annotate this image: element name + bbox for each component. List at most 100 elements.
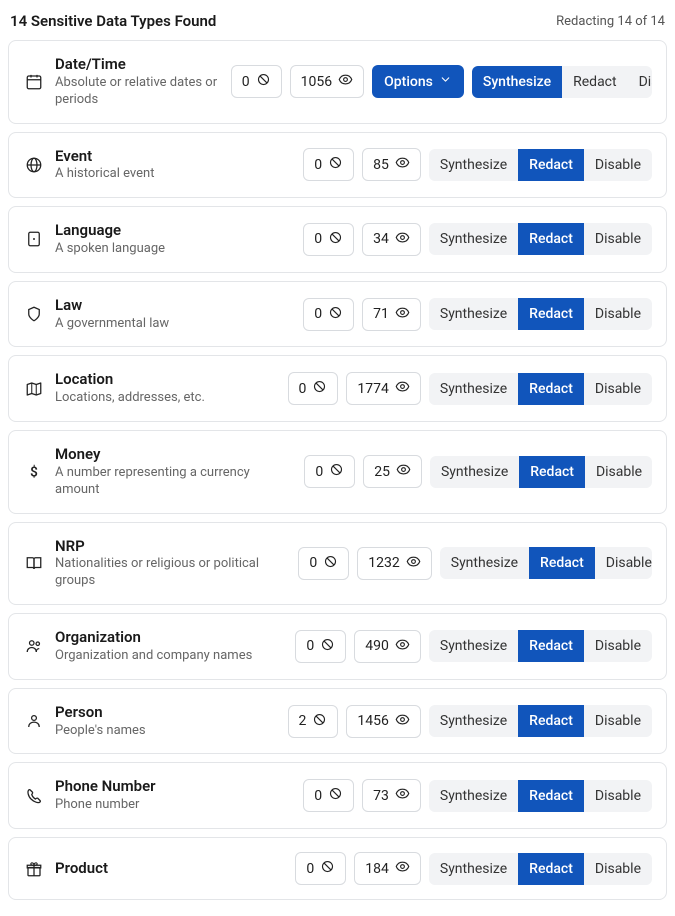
- disable-button[interactable]: Disable: [628, 66, 652, 98]
- visible-value: 71: [373, 306, 389, 322]
- block-icon: [328, 230, 343, 249]
- redact-button[interactable]: Redact: [518, 630, 584, 662]
- row-text: LocationLocations, addresses, etc.: [53, 370, 280, 407]
- visible-value: 1056: [301, 74, 332, 90]
- blocked-count[interactable]: 0: [288, 372, 339, 405]
- action-segment: SynthesizeRedactDisable: [429, 298, 652, 330]
- blocked-count[interactable]: 0: [303, 223, 354, 256]
- synthesize-button[interactable]: Synthesize: [430, 456, 519, 488]
- row-text: EventA historical event: [53, 147, 295, 184]
- visible-count[interactable]: 25: [363, 455, 422, 488]
- action-segment: SynthesizeRedactDisable: [430, 456, 652, 488]
- row-title: Organization: [55, 628, 287, 647]
- eye-icon: [395, 859, 410, 878]
- data-type-row: Product0184SynthesizeRedactDisable: [8, 837, 667, 900]
- row-desc: Phone number: [55, 797, 295, 814]
- redact-button[interactable]: Redact: [529, 547, 595, 579]
- blocked-count[interactable]: 0: [231, 65, 282, 98]
- disable-button[interactable]: Disable: [595, 547, 652, 579]
- synthesize-button[interactable]: Synthesize: [429, 705, 518, 737]
- synthesize-button[interactable]: Synthesize: [429, 149, 518, 181]
- header: 14 Sensitive Data Types Found Redacting …: [8, 8, 667, 40]
- blocked-count[interactable]: 0: [303, 298, 354, 331]
- action-segment: SynthesizeRedactDisable: [429, 149, 652, 181]
- disable-button[interactable]: Disable: [584, 705, 652, 737]
- redact-button[interactable]: Redact: [518, 298, 584, 330]
- data-type-row: LanguageA spoken language034SynthesizeRe…: [8, 206, 667, 273]
- visible-count[interactable]: 71: [362, 298, 421, 331]
- action-segment: SynthesizeRedactDisable: [429, 780, 652, 812]
- blocked-value: 0: [306, 861, 314, 877]
- page-title: 14 Sensitive Data Types Found: [10, 12, 216, 30]
- visible-count[interactable]: 85: [362, 148, 421, 181]
- row-title: Date/Time: [55, 55, 223, 74]
- row-desc: A spoken language: [55, 241, 295, 258]
- visible-count[interactable]: 73: [362, 779, 421, 812]
- synthesize-button[interactable]: Synthesize: [429, 780, 518, 812]
- row-desc: Nationalities or religious or political …: [55, 556, 290, 590]
- redact-button[interactable]: Redact: [518, 780, 584, 812]
- blocked-value: 0: [299, 381, 307, 397]
- eye-icon: [338, 72, 353, 91]
- redact-button[interactable]: Redact: [518, 149, 584, 181]
- disable-button[interactable]: Disable: [584, 298, 652, 330]
- visible-count[interactable]: 34: [362, 223, 421, 256]
- synthesize-button[interactable]: Synthesize: [429, 223, 518, 255]
- blocked-count[interactable]: 0: [304, 455, 355, 488]
- data-type-row: LawA governmental law0 71 SynthesizeRedact…: [8, 281, 667, 348]
- blocked-count[interactable]: 2: [288, 705, 339, 738]
- row-desc: Locations, addresses, etc.: [55, 390, 280, 407]
- blocked-count[interactable]: 0: [295, 630, 346, 663]
- blocked-value: 0: [314, 157, 322, 173]
- action-segment: SynthesizeRedactDisable: [429, 630, 652, 662]
- blocked-count[interactable]: 0: [303, 148, 354, 181]
- person-icon: [23, 712, 45, 730]
- disable-button[interactable]: Disable: [584, 373, 652, 405]
- row-title: Law: [55, 296, 295, 315]
- synthesize-button[interactable]: Synthesize: [440, 547, 529, 579]
- action-segment: SynthesizeRedactDisable: [472, 66, 652, 98]
- action-segment: SynthesizeRedactDisable: [429, 373, 652, 405]
- visible-count[interactable]: 1056: [290, 65, 364, 98]
- data-type-row: NRPNationalities or religious or politic…: [8, 522, 667, 606]
- visible-count[interactable]: 1232: [357, 547, 431, 580]
- visible-value: 85: [373, 157, 389, 173]
- redacting-status: Redacting 14 of 14: [556, 14, 665, 29]
- row-title: Money: [55, 445, 296, 464]
- visible-value: 34: [373, 231, 389, 247]
- visible-value: 184: [365, 861, 389, 877]
- redact-button[interactable]: Redact: [519, 456, 585, 488]
- redact-button[interactable]: Redact: [518, 705, 584, 737]
- synthesize-button[interactable]: Synthesize: [429, 630, 518, 662]
- eye-icon: [395, 712, 410, 731]
- action-segment: SynthesizeRedactDisable: [429, 223, 652, 255]
- disable-button[interactable]: Disable: [584, 630, 652, 662]
- synthesize-button[interactable]: Synthesize: [429, 298, 518, 330]
- synthesize-button[interactable]: Synthesize: [472, 66, 562, 98]
- blocked-count[interactable]: 0: [298, 547, 349, 580]
- visible-count[interactable]: 184: [354, 852, 421, 885]
- row-text: LawA governmental law: [53, 296, 295, 333]
- blocked-value: 0: [314, 231, 322, 247]
- redact-button[interactable]: Redact: [518, 853, 584, 885]
- visible-count[interactable]: 490: [354, 630, 421, 663]
- redact-button[interactable]: Redact: [518, 373, 584, 405]
- language-icon: [23, 230, 45, 248]
- block-icon: [320, 859, 335, 878]
- eye-icon: [395, 637, 410, 656]
- synthesize-button[interactable]: Synthesize: [429, 853, 518, 885]
- disable-button[interactable]: Disable: [585, 456, 652, 488]
- synthesize-button[interactable]: Synthesize: [429, 373, 518, 405]
- visible-count[interactable]: 1774: [346, 372, 420, 405]
- disable-button[interactable]: Disable: [584, 853, 652, 885]
- disable-button[interactable]: Disable: [584, 149, 652, 181]
- redact-button[interactable]: Redact: [562, 66, 627, 98]
- row-text: PersonPeople's names: [53, 703, 280, 740]
- blocked-count[interactable]: 0: [295, 852, 346, 885]
- disable-button[interactable]: Disable: [584, 223, 652, 255]
- blocked-count[interactable]: 0: [303, 779, 354, 812]
- disable-button[interactable]: Disable: [584, 780, 652, 812]
- options-button[interactable]: Options: [372, 65, 464, 98]
- visible-count[interactable]: 1456: [346, 705, 420, 738]
- redact-button[interactable]: Redact: [518, 223, 584, 255]
